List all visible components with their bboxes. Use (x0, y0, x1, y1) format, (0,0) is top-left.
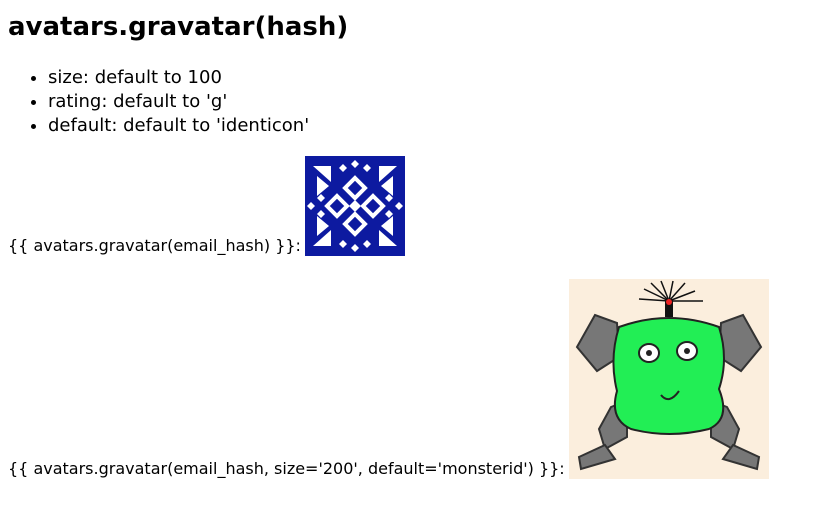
example-monsterid: {{ avatars.gravatar(email_hash, size='20… (8, 279, 769, 479)
option-rating: rating: default to 'g' (48, 90, 309, 114)
example-code-label: {{ avatars.gravatar(email_hash) }}: (8, 236, 301, 255)
options-list: size: default to 100 rating: default to … (8, 66, 309, 138)
example-identicon: {{ avatars.gravatar(email_hash) }}: (8, 156, 405, 256)
identicon-avatar-image (304, 156, 405, 256)
option-size: size: default to 100 (48, 66, 309, 90)
page-title: avatars.gravatar(hash) (8, 12, 349, 42)
example-code-label: {{ avatars.gravatar(email_hash, size='20… (8, 459, 565, 478)
option-default: default: default to 'identicon' (48, 114, 309, 138)
monsterid-avatar-image (568, 279, 769, 479)
